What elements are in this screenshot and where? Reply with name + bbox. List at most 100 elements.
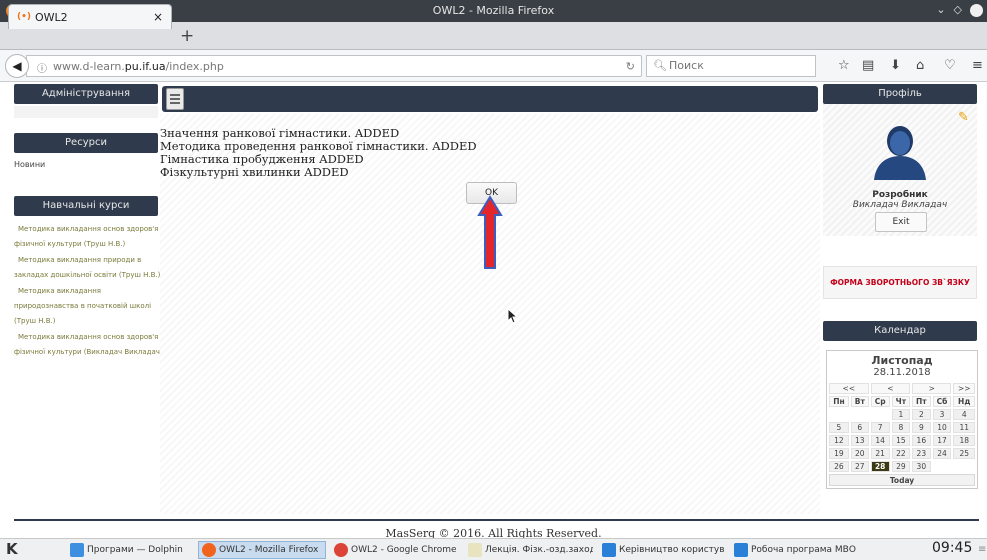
search-input[interactable] [669,59,809,72]
today-button[interactable]: Today [829,474,975,486]
calendar-day[interactable]: 14 [870,435,890,446]
reload-icon[interactable]: ↻ [626,60,635,73]
task-lecture-doc[interactable]: Лекція. Фізк.-озд.заход [464,541,594,559]
profile-block-header[interactable]: Профіль [823,84,977,104]
restore-icon[interactable]: ◇ [954,3,962,16]
calendar-day[interactable]: 25 [953,448,975,459]
calendar-day[interactable]: 23 [912,448,931,459]
calendar-nav-button[interactable]: > [912,383,952,394]
course-link-naturestudy[interactable]: Методика викладання [14,284,174,299]
calendar-empty-cell [851,409,869,420]
calendar-day[interactable]: 24 [932,448,952,459]
feedback-form-link[interactable]: ФОРМА ЗВОРОТНЬОГО ЗВ`ЯЗКУ [823,266,977,299]
calendar-day[interactable]: 5 [829,422,849,433]
pocket-icon[interactable]: ♡ [944,58,956,73]
address-bar[interactable]: ⓘ www.d-learn.pu.if.ua/index.php ↻ [26,55,642,77]
firefox-icon [202,543,216,557]
calendar-day[interactable]: 27 [850,461,869,472]
calendar-day[interactable]: 20 [850,448,869,459]
resources-block-header[interactable]: Ресурси [14,133,158,153]
calendar-day[interactable]: 8 [891,422,911,433]
course-link-nature[interactable]: Методика викладання природи в [14,253,174,268]
profile-name: Розробник [872,190,928,200]
calendar-empty-cell [871,409,890,420]
document-icon [734,543,748,557]
task-dolphin[interactable]: Програми — Dolphin [66,541,192,559]
calendar-day[interactable]: 29 [891,461,911,472]
task-program-doc[interactable]: Робоча програма МВО [730,541,858,559]
task-firefox[interactable]: OWL2 - Mozilla Firefox [198,541,326,559]
calendar-day[interactable]: 1 [891,409,911,420]
course-link-naturestudy-cont[interactable]: природознавства в початковій школі [14,299,174,314]
task-user-guide-doc[interactable]: Керівництво користува [598,541,726,559]
reading-list-icon[interactable]: ▤ [862,58,874,73]
document-icon[interactable] [166,88,184,110]
calendar-day[interactable]: 28 [870,461,890,472]
calendar-weekday: Чт [891,396,911,407]
home-icon[interactable]: ⌂ [916,58,924,73]
course-link-health-1-cont[interactable]: фізичної культури (Труш Н.В.) [14,237,174,252]
info-icon[interactable]: ⓘ [37,60,47,75]
menu-icon[interactable]: ≡ [972,58,983,73]
calendar-day[interactable]: 3 [932,409,952,420]
main-header-banner [162,86,818,112]
edit-pencil-icon[interactable]: ✎ [958,110,969,125]
calendar-nav-button[interactable]: >> [953,383,975,394]
course-link-naturestudy-cont2[interactable]: (Труш Н.В.) [14,314,174,329]
course-link-nature-cont[interactable]: закладах дошкільної освіти (Труш Н.В.) [14,268,174,283]
calendar-day[interactable]: 4 [953,409,975,420]
kde-launcher-icon[interactable]: K [6,540,18,558]
calendar-day[interactable]: 18 [953,435,975,446]
calendar-day[interactable]: 22 [891,448,911,459]
document-icon [468,543,482,557]
tray-expand-icon[interactable]: ≡ [978,544,986,555]
tab-label: OWL2 [35,11,68,24]
window-controls: ⌄ ◇ [928,3,983,17]
exit-button[interactable]: Exit [875,212,927,232]
task-chrome[interactable]: OWL2 - Google Chrome [330,541,460,559]
calendar-block-header[interactable]: Календар [823,321,977,341]
calendar-weekday: Пн [829,396,849,407]
calendar-day[interactable]: 13 [850,435,869,446]
calendar-nav-button[interactable]: < [870,383,911,394]
course-link-health-2-cont[interactable]: фізичної культури (Викладач Викладач) [14,345,174,360]
courses-block-header[interactable]: Навчальні курси [14,196,158,216]
course-link-health-1[interactable]: Методика викладання основ здоров'я і [14,222,174,237]
calendar-weekday: Сб [932,396,952,407]
calendar-day[interactable]: 15 [891,435,911,446]
annotation-arrow [477,195,503,269]
course-link-health-2[interactable]: Методика викладання основ здоров'я і [14,330,174,345]
new-tab-button[interactable]: + [180,26,194,46]
chevron-down-icon[interactable]: ⌄ [936,3,945,16]
calendar-widget: Листопад 28.11.2018 << < > >> Пн Вт Ср Чт Пт Сб Нд… [826,350,978,489]
calendar-day[interactable]: 16 [912,435,931,446]
tab-owl2[interactable]: (•) OWL2 × [8,4,172,29]
close-icon[interactable] [970,3,983,17]
calendar-day[interactable]: 12 [829,435,849,446]
taskbar-clock[interactable]: 09:45 [932,540,972,556]
calendar-day[interactable]: 17 [932,435,952,446]
bookmark-star-icon[interactable]: ☆ [838,58,850,73]
status-message: Фізкультурні хвилинки ADDED [160,165,349,179]
search-bar[interactable]: 🔍︎ [646,55,816,77]
news-link[interactable]: Новини [14,160,45,169]
search-icon: 🔍︎ [653,59,667,72]
calendar-day[interactable]: 2 [912,409,931,420]
calendar-day[interactable]: 10 [932,422,952,433]
downloads-icon[interactable]: ⬇ [890,58,901,73]
calendar-weekday: Ср [870,396,890,407]
calendar-day[interactable]: 6 [850,422,869,433]
back-button[interactable]: ◀ [5,54,29,78]
calendar-day[interactable]: 7 [870,422,890,433]
calendar-day[interactable]: 11 [953,422,975,433]
calendar-day[interactable]: 9 [912,422,931,433]
chrome-icon [334,543,348,557]
admin-block-header[interactable]: Адміністрування [14,84,158,104]
calendar-day[interactable]: 30 [912,461,931,472]
calendar-day[interactable]: 26 [829,461,849,472]
calendar-day[interactable]: 19 [829,448,849,459]
calendar-day[interactable]: 21 [870,448,890,459]
calendar-nav-button[interactable]: << [829,383,869,394]
avatar [874,126,926,180]
tab-close-icon[interactable]: × [153,10,163,24]
